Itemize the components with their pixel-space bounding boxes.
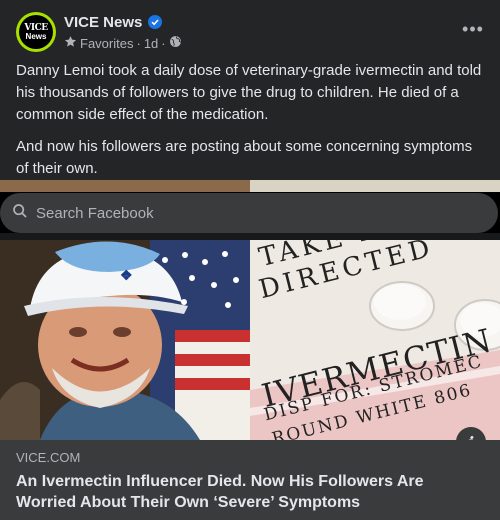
search-icon [12,203,28,224]
image-top-strip-left [0,180,250,192]
preview-footer[interactable]: VICE.COM An Ivermectin Influencer Died. … [0,440,500,520]
post-paragraph-1: Danny Lemoi took a daily dose of veterin… [16,62,482,123]
photo-man-with-flag: ❖ [0,240,250,440]
meta-separator: · [136,35,141,51]
search-gap [0,233,500,240]
star-icon [64,35,77,51]
audience-label: Favorites [80,35,134,51]
photo-ivermectin-label: TAKE I DIRECTED IVERMECTIN DISP FOR: STR… [250,240,500,440]
link-domain: VICE.COM [16,450,81,465]
link-title[interactable]: An Ivermectin Influencer Died. Now His F… [16,471,484,513]
ellipsis-icon: ••• [462,18,484,39]
post-time[interactable]: 1d [144,36,158,51]
avatar[interactable]: VICE News [16,12,56,52]
svg-text:❖: ❖ [120,267,133,283]
post-text: Danny Lemoi took a daily dose of veterin… [16,60,486,180]
verified-badge-icon [148,15,163,29]
more-options-button[interactable]: ••• [460,16,486,42]
search-bar[interactable] [0,193,498,233]
meta-separator-2: · [161,35,166,51]
post-paragraph-2: And now his followers are posting about … [16,138,473,177]
globe-icon [169,35,182,51]
vice-news-logo: VICE News [19,15,53,49]
post-header: VICE News VICE News Favorites · 1d · ••• [16,12,486,54]
post-card: VICE News VICE News Favorites · 1d · ••• [0,0,500,520]
page-name[interactable]: VICE News [64,14,142,31]
info-icon: i [468,433,474,441]
link-preview[interactable]: ❖ TAKE I DIRECTED IVERMECTIN DISP FOR: S… [0,180,500,520]
logo-text-vice: VICE [24,22,48,33]
logo-text-news: News [25,31,47,41]
page-name-row: VICE News [64,12,163,32]
search-input[interactable] [36,204,476,222]
preview-image[interactable]: ❖ TAKE I DIRECTED IVERMECTIN DISP FOR: S… [0,180,500,440]
post-meta: Favorites · 1d · [64,34,182,52]
